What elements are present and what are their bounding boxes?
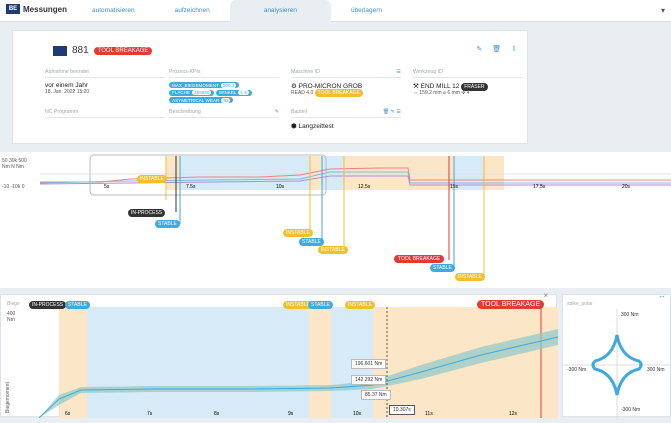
tab-ueberlagern[interactable]: überlagern <box>331 0 402 22</box>
value-tooltip: 85.37 Nm <box>361 390 391 400</box>
event-badge[interactable]: INSTABLE <box>318 246 348 254</box>
record-card: 881 TOOL BREAKAGE ✎ 🗑 ⇩ Aufnahme beendet… <box>12 30 528 144</box>
event-badge[interactable]: IN-PROCESS <box>29 301 67 309</box>
app-logo[interactable]: BE Messungen <box>6 4 67 14</box>
tick-label: 11s <box>425 411 433 417</box>
tick-label: 7s <box>147 411 153 417</box>
machine-logo-icon <box>53 45 67 56</box>
machine-field: Maschine ID ☰ ⚙ PRO-MICRON GROB READ 4.0 … <box>291 69 401 97</box>
region-stable <box>180 156 310 190</box>
event-badge[interactable]: TOOL BREAKAGE <box>477 300 545 309</box>
region-instable <box>166 156 180 190</box>
tick-label: 17.5s <box>533 184 546 190</box>
recording-ended-field: Aufnahme beendet vor einem Jahr 18. Jan.… <box>45 69 165 95</box>
tick-label: 10s <box>276 184 285 190</box>
timeline-chart[interactable]: 50 30k 500 Nm N Nm -10 -10k 0 5s 7.5s 10… <box>0 152 671 288</box>
event-badge[interactable]: STABLE <box>308 301 333 309</box>
part-icon: ⬢ <box>291 123 297 130</box>
chevron-down-icon[interactable]: ▾ <box>661 6 665 15</box>
record-id: 881 <box>72 45 89 56</box>
event-badge[interactable]: IN-PROCESS <box>128 209 166 217</box>
value-tooltip: 142.292 Nm <box>351 375 387 385</box>
tick-label: 7.5s <box>186 184 196 190</box>
tab-analysieren[interactable]: analysieren <box>229 0 331 22</box>
value-tooltip: 196.601 Nm <box>351 359 387 369</box>
polar-chart-panel: spike_polar ↔ 300 Nm -300 Nm 300 Nm -300… <box>562 291 671 418</box>
kpi-badge: ASYMETRICAL WEAR 93 <box>169 97 234 103</box>
machine-icon: ⚙ <box>291 83 297 90</box>
component-actions-icon[interactable]: 🗑 ✎ ☰ <box>383 109 401 115</box>
event-badge[interactable]: INSTABLE <box>283 229 313 237</box>
event-badge[interactable]: STABLE <box>430 264 455 272</box>
app-title: Messungen <box>23 4 68 14</box>
polar-label: -300 Nm <box>621 407 641 413</box>
timeline-panel: 50 30k 500 Nm N Nm -10 -10k 0 5s 7.5s 10… <box>0 152 671 288</box>
tool-icon: ⚒ <box>413 83 419 90</box>
close-icon[interactable]: × <box>543 291 548 300</box>
kpi-badge: FLÄCHE 255850 <box>169 89 215 96</box>
event-badge[interactable]: STABLE <box>299 238 324 246</box>
event-badge[interactable]: INSTABLE <box>455 273 485 281</box>
process-kpis-field: Prozess-KPIs MAX_BIEGEMOMENT 306.3 FLÄCHE… <box>169 69 279 104</box>
polar-label: 300 Nm <box>621 312 639 318</box>
status-badge: TOOL BREAKAGE <box>93 46 153 55</box>
tick-label: 8s <box>214 411 220 417</box>
kpi-badge: WINKEL 1.5 <box>215 89 252 96</box>
delete-icon[interactable]: 🗑 <box>492 45 501 53</box>
y-axis-label: Biegemoment <box>5 382 11 413</box>
y-label: Nm N Nm <box>2 164 24 170</box>
tick-label: 20s <box>622 184 631 190</box>
nc-program-field: NC Programm <box>45 109 165 122</box>
component-field: Bauteil 🗑 ✎ ☰ ⬢ Langzeittest <box>291 109 401 130</box>
detail-chart[interactable]: 400 Nm Biegemoment 6s 7s 8s 9s 10s 11s 1… <box>1 295 559 419</box>
event-badge[interactable]: TOOL BREAKAGE <box>394 255 445 263</box>
polar-chart[interactable] <box>563 295 671 418</box>
tick-label: 12s <box>509 411 518 417</box>
list-icon[interactable]: ☰ <box>396 69 401 75</box>
chart-title: Biege <box>7 301 20 307</box>
tick-label: 9s <box>288 411 294 417</box>
region-stable <box>87 307 309 418</box>
tick-label: 10s <box>353 411 362 417</box>
tool-field: Werkzeug ID ⚒ END MILL 12 FRÄSER ⇔ 159.2… <box>413 69 523 96</box>
event-badge[interactable]: STABLE <box>155 220 180 228</box>
top-navigation: BE Messungen automatisieren aufzeichnen a… <box>0 0 671 22</box>
tick-label: 12.5s <box>358 184 371 190</box>
description-field: Beschreibung ✎ <box>169 109 279 122</box>
detail-chart-panel: 400 Nm Biegemoment 6s 7s 8s 9s 10s 11s 1… <box>0 291 559 419</box>
app-logo-icon: BE <box>6 4 20 14</box>
tab-automatisieren[interactable]: automatisieren <box>72 0 155 22</box>
event-badge[interactable]: STABLE <box>65 301 90 309</box>
region-instable <box>309 307 331 418</box>
cursor-readout: 10.307s <box>389 405 415 415</box>
expand-icon[interactable]: ↔ <box>658 291 666 300</box>
download-icon[interactable]: ⇩ <box>511 45 517 53</box>
tick-label: 6s <box>65 411 71 417</box>
event-badge[interactable]: INSTABLE <box>345 301 375 309</box>
polar-label: 300 Nm <box>647 367 665 373</box>
y-label: -10 -10k 0 <box>2 184 25 190</box>
tab-aufzeichnen[interactable]: aufzeichnen <box>155 0 230 22</box>
kpi-badge: MAX_BIEGEMOMENT 306.3 <box>169 82 240 88</box>
chart-title: spike_polar <box>567 301 593 307</box>
tick-label: 5s <box>104 184 110 190</box>
edit-icon[interactable]: ✎ <box>476 45 482 53</box>
edit-icon[interactable]: ✎ <box>275 109 279 115</box>
polar-label: -300 Nm <box>567 367 587 373</box>
y-top-label: Nm <box>7 317 15 323</box>
event-badge[interactable]: INSTABLE <box>137 175 167 183</box>
